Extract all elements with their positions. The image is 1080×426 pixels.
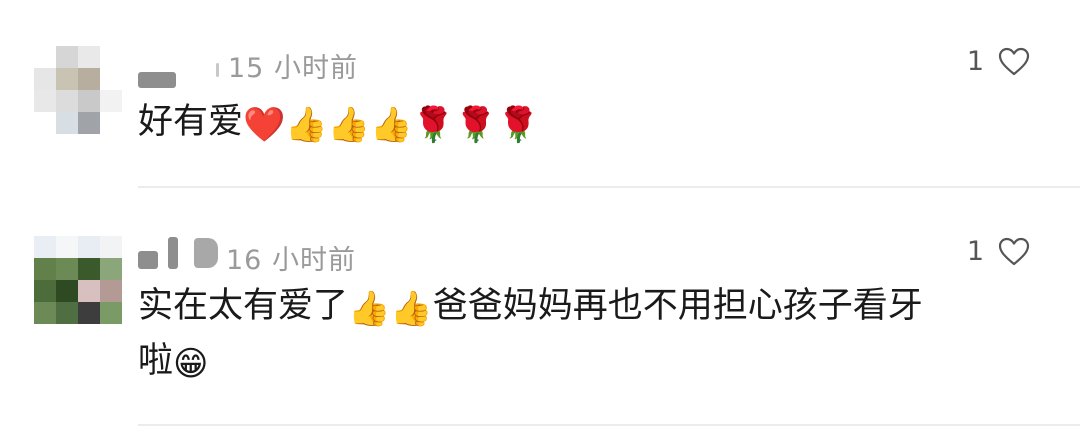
avatar-mosaic-cell — [34, 112, 56, 134]
avatar-mosaic-cell — [34, 302, 56, 324]
avatar-mosaic-cell — [78, 258, 100, 280]
avatar-mosaic-cell — [100, 258, 122, 280]
rose-emoji: 🌹 — [412, 105, 455, 145]
username-mosaic — [194, 238, 218, 268]
avatar-mosaic-cell — [100, 302, 122, 324]
avatar-mosaic-cell — [78, 90, 100, 112]
avatar-mosaic-cell — [56, 258, 78, 280]
like-button[interactable]: 1 — [967, 46, 1030, 77]
comment-item: 16 小时前 1 实在太有爱了👍👍爸爸妈妈再也不用担心孩子看牙 啦😁 — [0, 188, 1080, 426]
avatar-mosaic-cell — [56, 90, 78, 112]
rose-emoji: 🌹 — [497, 105, 540, 145]
heart-outline-icon — [998, 237, 1030, 265]
rose-emoji: 🌹 — [454, 105, 498, 145]
thumbs-up-emoji: 👍 — [285, 105, 328, 145]
avatar-mosaic-cell — [56, 302, 78, 324]
like-count: 1 — [966, 236, 984, 267]
avatar-mosaic-cell — [34, 46, 56, 68]
avatar-mosaic-cell — [78, 236, 100, 258]
thumbs-up-emoji: 👍 — [390, 289, 433, 329]
avatar-mosaic-cell — [78, 46, 100, 68]
comment-text-content: 啦 — [138, 341, 174, 381]
avatar-mosaic-cell — [100, 280, 122, 302]
avatar-mosaic-cell — [34, 68, 56, 90]
username-mosaic — [216, 63, 219, 77]
like-button[interactable]: 1 — [967, 236, 1030, 267]
avatar-mosaic-cell — [100, 112, 122, 134]
avatar-mosaic-cell — [100, 68, 122, 90]
comment-text-content: 爸爸妈妈再也不用担心孩子看牙 — [432, 286, 923, 326]
heart-emoji: ❤️ — [243, 105, 286, 145]
avatar-mosaic-cell — [56, 280, 78, 302]
avatar-mosaic-cell — [78, 112, 100, 134]
avatar-mosaic-cell — [34, 280, 56, 302]
avatar-mosaic-cell — [100, 90, 122, 112]
comment-time: 15 小时前 — [228, 53, 358, 84]
thumbs-up-emoji: 👍 — [370, 105, 413, 145]
thumbs-up-emoji: 👍 — [348, 289, 391, 329]
avatar-mosaic-cell — [56, 112, 78, 134]
username-mosaic — [138, 72, 176, 88]
comment-time: 16 小时前 — [226, 245, 356, 276]
heart-outline-icon — [998, 47, 1030, 75]
grinning-emoji: 😁 — [173, 344, 209, 384]
comment-text-content: 好有爱 — [138, 102, 244, 142]
avatar-mosaic-cell — [56, 236, 78, 258]
avatar-mosaic-cell — [34, 236, 56, 258]
avatar-mosaic-cell — [78, 68, 100, 90]
avatar-mosaic-cell — [56, 46, 78, 68]
thumbs-up-emoji: 👍 — [327, 105, 371, 145]
comment-text: 实在太有爱了👍👍爸爸妈妈再也不用担心孩子看牙 啦😁 — [138, 280, 1038, 390]
avatar-mosaic-cell — [56, 68, 78, 90]
comment-text: 好有爱❤️👍👍👍🌹🌹🌹 — [138, 96, 1038, 151]
avatar-mosaic-cell — [78, 302, 100, 324]
avatar-mosaic-cell — [34, 258, 56, 280]
username-mosaic — [168, 237, 178, 269]
avatar-mosaic-cell — [34, 90, 56, 112]
avatar[interactable] — [34, 46, 122, 134]
username[interactable] — [138, 237, 218, 269]
comment-item: 15 小时前 1 好有爱❤️👍👍👍🌹🌹🌹 — [0, 0, 1080, 186]
avatar-mosaic-cell — [100, 236, 122, 258]
username[interactable] — [138, 58, 219, 88]
comment-text-content: 实在太有爱了 — [138, 286, 349, 326]
username-mosaic — [138, 251, 158, 269]
avatar[interactable] — [34, 236, 122, 324]
like-count: 1 — [966, 46, 984, 77]
avatar-mosaic-cell — [100, 46, 122, 68]
avatar-mosaic-cell — [78, 280, 100, 302]
